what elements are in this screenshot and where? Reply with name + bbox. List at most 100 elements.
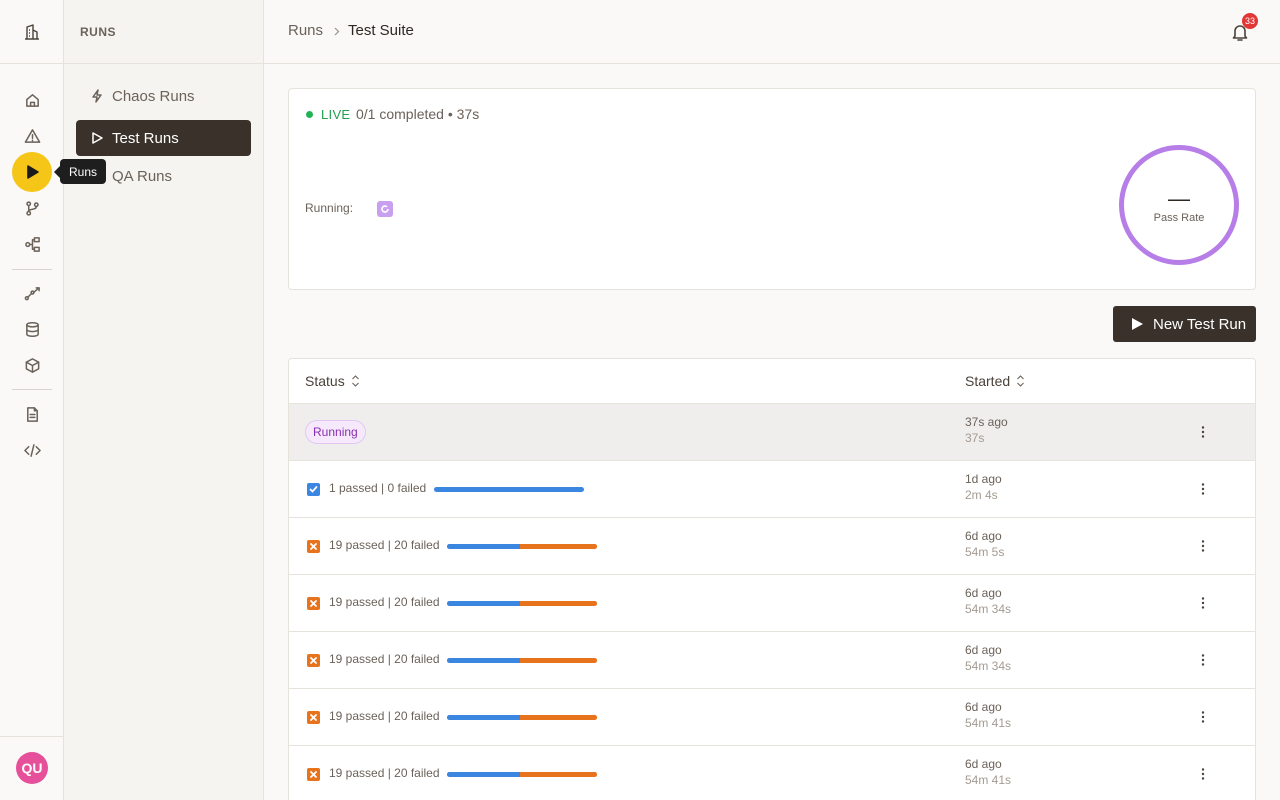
play-outline-icon [92, 132, 103, 144]
pass-segment [447, 544, 521, 549]
started-time: 6d ago [965, 529, 1002, 543]
status-badge: Running [305, 420, 366, 444]
breadcrumb-runs[interactable]: Runs [288, 22, 323, 39]
live-dot-icon [306, 111, 313, 118]
fail-segment [520, 544, 597, 549]
table-row[interactable]: 1 passed | 0 failed 1d ago 2m 4s [289, 461, 1255, 518]
result-progress-bar [447, 715, 597, 720]
result-summary: 19 passed | 20 failed [329, 652, 440, 666]
runs-table: Status Started Running 37s ago 37s 1 pas… [288, 358, 1256, 800]
table-row[interactable]: 19 passed | 20 failed 6d ago 54m 5s [289, 518, 1255, 575]
user-section: QU [0, 736, 63, 800]
started-time: 6d ago [965, 586, 1002, 600]
avatar[interactable]: QU [16, 752, 48, 784]
result-summary: 19 passed | 20 failed [329, 538, 440, 552]
sort-icon [351, 375, 359, 387]
result-summary: 1 passed | 0 failed [329, 481, 427, 495]
row-menu-button[interactable] [1195, 765, 1211, 783]
result-summary: 19 passed | 20 failed [329, 709, 440, 723]
trend-icon[interactable] [14, 275, 50, 311]
sidebar-item-label: Chaos Runs [112, 87, 195, 105]
column-status[interactable]: Status [305, 373, 360, 389]
started-time: 6d ago [965, 643, 1002, 657]
workflow-icon[interactable] [14, 226, 50, 262]
kebab-icon [1201, 483, 1205, 495]
fail-segment [520, 715, 597, 720]
table-row[interactable]: 19 passed | 20 failed 6d ago 54m 34s [289, 575, 1255, 632]
document-icon[interactable] [14, 396, 50, 432]
notification-badge: 33 [1242, 13, 1259, 29]
sidebar-item-label: Test Runs [112, 129, 179, 147]
new-test-run-label: New Test Run [1153, 315, 1247, 333]
started-time: 37s ago [965, 415, 1008, 429]
column-started[interactable]: Started [965, 373, 1025, 389]
kebab-icon [1201, 540, 1205, 552]
sidebar-item-test-runs[interactable]: Test Runs [76, 120, 251, 156]
rail-tooltip: Runs [53, 159, 107, 184]
checkbox-failed-icon [307, 711, 320, 724]
run-duration: 2m 4s [965, 488, 998, 502]
row-menu-button[interactable] [1195, 708, 1211, 726]
package-icon[interactable] [14, 347, 50, 383]
runs-sidebar: RUNS Chaos Runs Test Runs QA Runs [64, 0, 264, 800]
live-label: LIVE [321, 107, 351, 122]
git-branch-icon[interactable] [14, 190, 50, 226]
spinner-icon [381, 205, 389, 213]
result-progress-bar [434, 487, 584, 492]
kebab-icon [1201, 711, 1205, 723]
table-row[interactable]: 19 passed | 20 failed 6d ago 54m 34s [289, 632, 1255, 689]
lightning-icon [92, 89, 102, 103]
notification-bell[interactable]: 33 [1230, 13, 1259, 42]
sidebar-item-chaos-runs[interactable]: Chaos Runs [76, 78, 251, 114]
run-duration: 54m 34s [965, 659, 1012, 673]
run-duration: 37s [965, 431, 985, 445]
home-icon[interactable] [14, 82, 50, 118]
code-icon[interactable] [14, 432, 50, 468]
pass-segment [447, 715, 521, 720]
pass-segment [447, 601, 521, 606]
started-time: 6d ago [965, 757, 1002, 771]
row-menu-button[interactable] [1195, 594, 1211, 612]
rail-divider [12, 269, 52, 270]
table-row[interactable]: 19 passed | 20 failed 6d ago 54m 41s [289, 746, 1255, 800]
sort-icon [1017, 375, 1025, 387]
row-menu-button[interactable] [1195, 423, 1211, 441]
started-time: 1d ago [965, 472, 1002, 486]
run-duration: 54m 34s [965, 602, 1012, 616]
icon-rail: QU [0, 0, 64, 800]
play-icon [1132, 318, 1143, 330]
row-menu-button[interactable] [1195, 651, 1211, 669]
table-header: Status Started [289, 359, 1255, 404]
pass-segment [447, 772, 521, 777]
row-menu-button[interactable] [1195, 480, 1211, 498]
table-row[interactable]: 19 passed | 20 failed 6d ago 54m 41s [289, 689, 1255, 746]
pass-rate-ring: — Pass Rate [1119, 145, 1239, 265]
pass-rate-label: Pass Rate [1153, 212, 1205, 224]
column-label: Status [305, 373, 345, 389]
running-test-chip[interactable] [377, 201, 393, 217]
running-label: Running: [305, 201, 354, 215]
row-menu-button[interactable] [1195, 537, 1211, 555]
result-progress-bar [447, 544, 597, 549]
fail-segment [520, 658, 597, 663]
rail-divider [12, 389, 52, 390]
pass-segment [434, 487, 584, 492]
new-test-run-button[interactable]: New Test Run [1113, 306, 1256, 342]
pass-rate-value: — [1168, 186, 1190, 211]
kebab-icon [1201, 597, 1205, 609]
sidebar-section-title: RUNS [64, 0, 263, 64]
kebab-icon [1201, 426, 1205, 438]
warning-icon[interactable] [14, 118, 50, 154]
sidebar-item-label: QA Runs [112, 167, 173, 185]
building-icon[interactable] [0, 0, 63, 64]
page-header: Runs Test Suite 33 [264, 0, 1280, 64]
play-icon[interactable] [12, 152, 52, 192]
table-row[interactable]: Running 37s ago 37s [289, 404, 1255, 461]
fail-segment [520, 601, 597, 606]
breadcrumb-current: Test Suite [348, 22, 414, 39]
result-summary: 19 passed | 20 failed [329, 595, 440, 609]
checkbox-failed-icon [307, 540, 320, 553]
column-label: Started [965, 373, 1011, 389]
database-icon[interactable] [14, 311, 50, 347]
checkbox-failed-icon [307, 597, 320, 610]
